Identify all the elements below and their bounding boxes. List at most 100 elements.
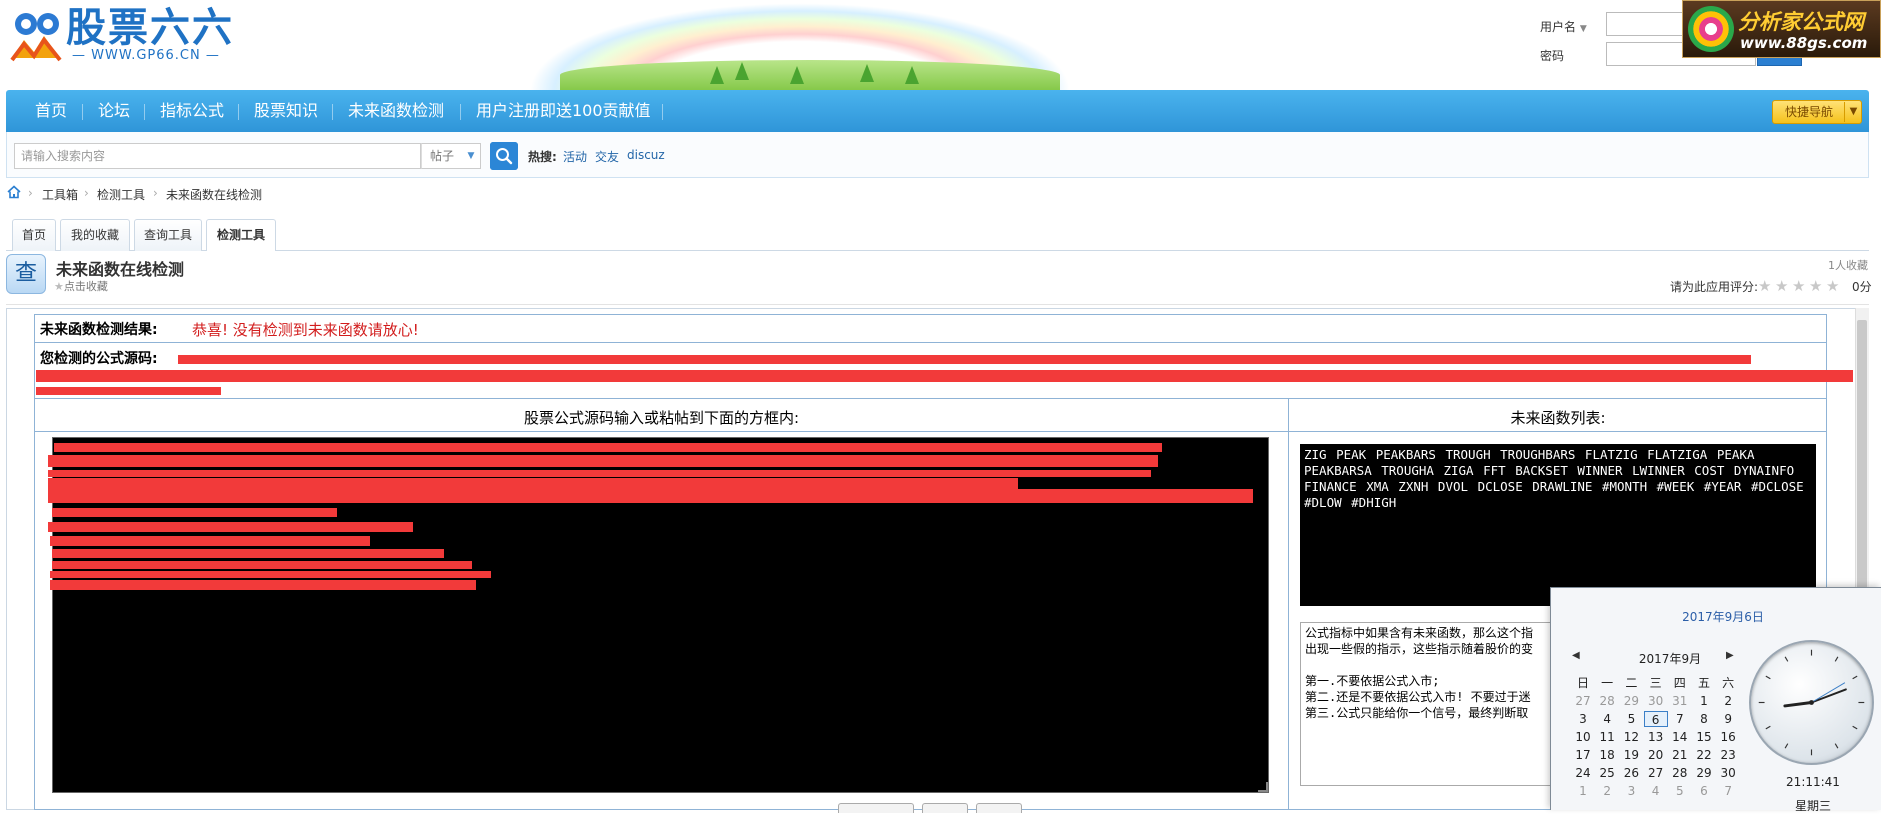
site-logo-icon[interactable] [8, 8, 66, 66]
calendar-next-month-button[interactable]: ▶ [1726, 650, 1734, 661]
nav-item-forum[interactable]: 论坛 [84, 90, 144, 132]
rating-star-icon[interactable]: ★ [1758, 277, 1771, 295]
source-label: 您检测的公式源码: [40, 351, 158, 367]
hot-link-friends[interactable]: 交友 [595, 148, 619, 165]
search-button[interactable] [490, 142, 518, 170]
analog-clock [1749, 640, 1874, 765]
calendar-prev-month-button[interactable]: ◀ [1572, 650, 1580, 661]
breadcrumb-toolbox[interactable]: 工具箱 [42, 186, 78, 203]
calendar-day[interactable]: 13 [1644, 729, 1668, 745]
calendar-day[interactable]: 31 [1668, 693, 1692, 709]
calendar-day[interactable]: 4 [1644, 783, 1668, 799]
nav-item-knowledge[interactable]: 股票知识 [240, 90, 332, 132]
calendar-day[interactable]: 6 [1692, 783, 1716, 799]
nav-item-future-check[interactable]: 未来函数检测 [334, 90, 458, 132]
calendar-weekday-header: 一 [1601, 676, 1614, 690]
favorite-count: 1人收藏 [1828, 259, 1868, 272]
calendar-day[interactable]: 30 [1644, 693, 1668, 709]
calendar-day[interactable]: 2 [1716, 693, 1740, 709]
calendar-day[interactable]: 3 [1619, 783, 1643, 799]
hot-link-activity[interactable]: 活动 [563, 148, 587, 165]
redacted-code-line [48, 455, 1158, 467]
calendar-day[interactable]: 29 [1619, 693, 1643, 709]
chevron-down-icon[interactable]: ▼ [1580, 24, 1587, 34]
redacted-source-text [178, 355, 1751, 364]
calendar-day[interactable]: 18 [1595, 747, 1619, 763]
tree-decoration [735, 62, 749, 80]
calendar-day[interactable]: 8 [1692, 711, 1716, 727]
calendar-day[interactable]: 1 [1571, 783, 1595, 799]
calendar-current-date[interactable]: 2017年9月6日 [1550, 608, 1881, 625]
clear-button[interactable] [976, 803, 1022, 813]
calendar-day[interactable]: 28 [1595, 693, 1619, 709]
calendar-day[interactable]: 4 [1595, 711, 1619, 727]
calendar-day[interactable]: 30 [1716, 765, 1740, 781]
calendar-day[interactable]: 12 [1619, 729, 1643, 745]
calendar-day[interactable]: 11 [1595, 729, 1619, 745]
submit-button[interactable] [838, 803, 914, 813]
calendar-day[interactable]: 1 [1692, 693, 1716, 709]
hot-search-label: 热搜: [528, 150, 557, 164]
reset-button[interactable] [922, 803, 968, 813]
tab-home[interactable]: 首页 [12, 219, 56, 251]
tab-favorites[interactable]: 我的收藏 [60, 219, 130, 251]
calendar-day[interactable]: 7 [1716, 783, 1740, 799]
home-icon[interactable] [7, 185, 21, 199]
calendar-weekday-header: 五 [1697, 676, 1710, 690]
calendar-day[interactable]: 17 [1571, 747, 1595, 763]
future-function-list: ZIG PEAK PEAKBARS TROUGH TROUGHBARS FLAT… [1300, 444, 1816, 606]
rating-star-icon[interactable]: ★ [1792, 277, 1805, 295]
function-list-title: 未来函数列表: [1510, 409, 1606, 427]
nav-item-register-promo[interactable]: 用户注册即送100贡献值 [462, 90, 665, 132]
nav-item-home[interactable]: 首页 [21, 90, 81, 132]
calendar-day[interactable]: 15 [1692, 729, 1716, 745]
calendar-day[interactable]: 9 [1716, 711, 1740, 727]
tree-decoration [860, 64, 874, 82]
calendar-day[interactable]: 5 [1619, 711, 1643, 727]
star-icon: ★ [54, 280, 64, 293]
chevron-down-icon[interactable]: ▼ [461, 143, 481, 169]
calendar-day[interactable]: 25 [1595, 765, 1619, 781]
tab-check-tools[interactable]: 检测工具 [206, 219, 276, 251]
scrollbar-thumb[interactable] [1857, 320, 1867, 620]
hot-link-discuz[interactable]: discuz [627, 148, 665, 162]
breadcrumb-separator: › [28, 186, 33, 200]
calendar-day[interactable]: 3 [1571, 711, 1595, 727]
calendar-day[interactable]: 27 [1644, 765, 1668, 781]
calendar-day[interactable]: 27 [1571, 693, 1595, 709]
calendar-day[interactable]: 7 [1668, 711, 1692, 727]
rating-star-icon[interactable]: ★ [1809, 277, 1822, 295]
breadcrumb-check-tools[interactable]: 检测工具 [97, 186, 145, 203]
chevron-down-icon[interactable]: ▼ [1844, 102, 1862, 122]
breadcrumb-current: 未来函数在线检测 [166, 188, 263, 202]
textarea-resize-handle[interactable] [1258, 782, 1268, 792]
calendar-day[interactable]: 20 [1644, 747, 1668, 763]
calendar-day[interactable]: 26 [1619, 765, 1643, 781]
redacted-code-line [48, 522, 413, 532]
calendar-day[interactable]: 19 [1619, 747, 1643, 763]
calendar-day[interactable]: 10 [1571, 729, 1595, 745]
calendar-day[interactable]: 29 [1692, 765, 1716, 781]
calendar-day[interactable]: 23 [1716, 747, 1740, 763]
calendar-day[interactable]: 22 [1692, 747, 1716, 763]
calendar-day[interactable]: 5 [1668, 783, 1692, 799]
rating-star-icon[interactable]: ★ [1826, 277, 1839, 295]
calendar-day[interactable]: 28 [1668, 765, 1692, 781]
nav-item-formulas[interactable]: 指标公式 [146, 90, 238, 132]
search-input[interactable]: 请输入搜索内容 [14, 143, 421, 169]
tab-query-tools[interactable]: 查询工具 [134, 219, 202, 251]
calendar-day[interactable]: 24 [1571, 765, 1595, 781]
nav-divider [238, 104, 239, 120]
calendar-day[interactable]: 16 [1716, 729, 1740, 745]
calendar-day[interactable]: 6 [1643, 711, 1668, 727]
rating-score: 0分 [1852, 280, 1872, 294]
calendar-day[interactable]: 2 [1595, 783, 1619, 799]
nav-divider [662, 104, 663, 120]
calendar-day[interactable]: 21 [1668, 747, 1692, 763]
calendar-day[interactable]: 14 [1668, 729, 1692, 745]
favorite-link[interactable]: ★点击收藏 [54, 278, 108, 294]
rating-star-icon[interactable]: ★ [1775, 277, 1788, 295]
result-message: 恭喜! 没有检测到未来函数请放心! [192, 321, 419, 339]
site-logo-text[interactable]: 股票六六 [66, 6, 234, 50]
main-nav: 首页 论坛 指标公式 股票知识 未来函数检测 用户注册即送100贡献值 [6, 90, 1869, 132]
